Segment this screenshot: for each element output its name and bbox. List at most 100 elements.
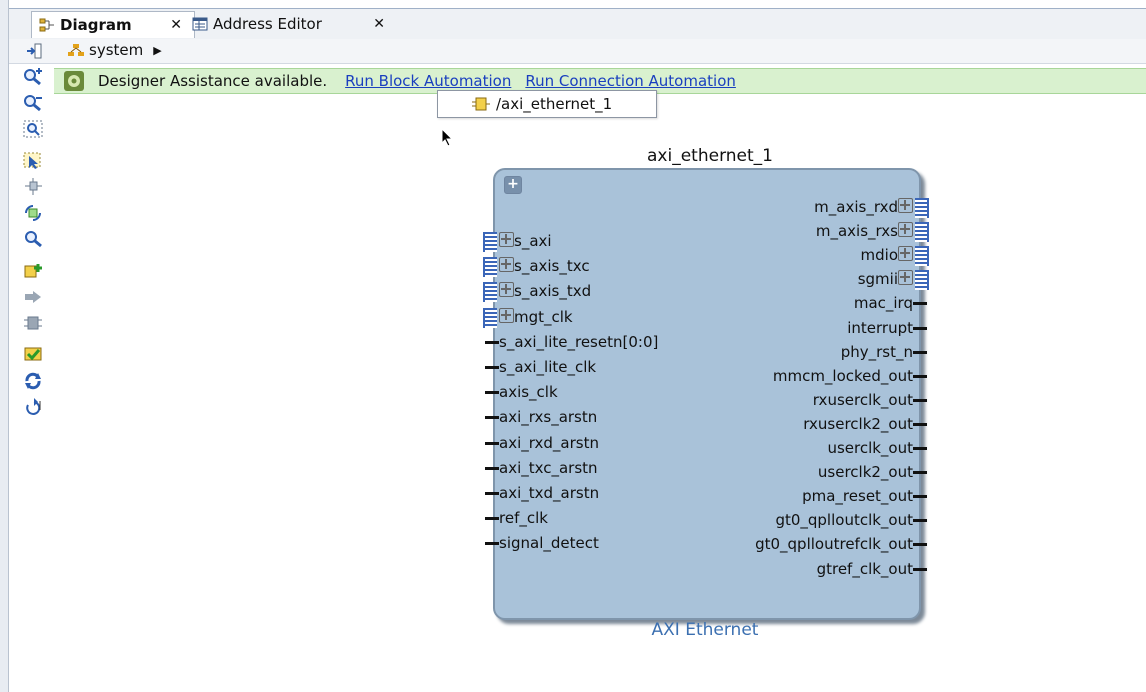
port-interrupt[interactable]: interrupt [847,319,927,337]
zoom-fit-icon[interactable] [20,118,46,140]
tab-address-editor[interactable]: Address Editor ✕ [185,11,397,37]
port-s-axi-lite-clk[interactable]: s_axi_lite_clk [485,358,596,376]
port-m-axis-rxd[interactable]: m_axis_rxd [814,198,929,218]
port-axi-txc-arstn[interactable]: axi_txc_arstn [485,459,598,477]
port-wire[interactable] [913,398,927,402]
bus-interface-icon[interactable] [915,198,929,218]
chevron-right-icon[interactable]: ▶ [153,44,161,57]
port-label: userclk2_out [817,463,913,482]
port-wire[interactable] [485,416,499,420]
expand-port-icon[interactable] [898,222,913,238]
expand-port-icon[interactable] [898,270,913,286]
port-mac-irq[interactable]: mac_irq [854,294,927,312]
port-wire[interactable] [913,543,927,547]
search-icon[interactable] [20,228,46,250]
port-label: axi_rxs_arstn [499,408,598,427]
run-block-automation-link[interactable]: Run Block Automation [345,72,511,90]
port-wire[interactable] [485,466,499,470]
port-sgmii[interactable]: sgmii [857,270,929,291]
port-wire[interactable] [913,519,927,523]
port-mdio[interactable]: mdio [861,246,929,267]
port-rxuserclk2-out[interactable]: rxuserclk2_out [803,415,927,433]
port-wire[interactable] [485,492,499,495]
port-wire[interactable] [913,447,927,450]
port-axi-rxs-arstn[interactable]: axi_rxs_arstn [485,408,598,427]
close-icon[interactable]: ✕ [367,16,391,32]
tab-diagram[interactable]: Diagram ✕ [31,11,195,38]
make-external-icon[interactable] [20,286,46,308]
port-s-axis-txd[interactable]: s_axis_txd [483,282,591,303]
ip-settings-icon[interactable] [20,312,46,334]
port-gt0-qplloutclk-out[interactable]: gt0_qplloutclk_out [775,511,927,529]
port-phy-rst-n[interactable]: phy_rst_n [841,343,927,361]
port-wire[interactable] [913,350,927,354]
port-wire[interactable] [913,422,927,426]
bus-interface-icon[interactable] [483,307,497,328]
expand-port-icon[interactable] [898,198,913,213]
expand-block-button[interactable]: + [504,176,522,194]
select-area-icon[interactable] [20,150,46,172]
port-pma-reset-out[interactable]: pma_reset_out [802,487,927,505]
port-mgt-clk[interactable]: mgt_clk [483,307,573,328]
port-wire[interactable] [913,374,927,378]
expand-port-icon[interactable] [898,246,913,262]
port-axi-txd-arstn[interactable]: axi_txd_arstn [485,484,599,502]
undo-layout-icon[interactable] [20,396,46,418]
port-axi-rxd-arstn[interactable]: axi_rxd_arstn [485,434,599,452]
zoom-in-icon[interactable] [20,66,46,88]
port-mmcm-locked-out[interactable]: mmcm_locked_out [773,367,927,385]
port-wire[interactable] [485,340,499,344]
expand-port-icon[interactable] [499,257,514,273]
breadcrumb[interactable]: system ▶ [67,41,162,59]
port-ref-clk[interactable]: ref_clk [485,509,548,527]
block-automation-popup: /axi_ethernet_1 [437,90,657,118]
ip-block-axi-ethernet[interactable]: + s_axi s_axis_txc s_axis_txd mgt_clk s_axi_… [483,168,929,620]
bus-interface-icon[interactable] [483,232,497,252]
add-ip-icon[interactable] [20,260,46,282]
bus-interface-icon[interactable] [483,257,497,278]
run-connection-automation-link[interactable]: Run Connection Automation [525,72,736,90]
validate-icon[interactable] [20,344,46,366]
port-s-axi[interactable]: s_axi [483,232,552,252]
port-gt0-qplloutrefclk-out[interactable]: gt0_qplloutrefclk_out [755,535,927,553]
gear-icon [64,71,84,91]
port-userclk2-out[interactable]: userclk2_out [817,463,927,482]
port-wire[interactable] [485,517,499,521]
breadcrumb-bar: system ▶ [9,39,1146,64]
port-signal-detect[interactable]: signal_detect [485,534,599,552]
popup-item[interactable]: /axi_ethernet_1 [496,95,612,113]
bus-interface-icon[interactable] [915,222,929,243]
expand-port-icon[interactable] [499,307,514,323]
auto-connect-icon[interactable] [20,176,46,198]
port-userclk-out[interactable]: userclk_out [827,439,927,457]
port-wire[interactable] [913,567,927,571]
port-wire[interactable] [485,366,499,369]
port-s-axi-lite-resetn-0-0-[interactable]: s_axi_lite_resetn[0:0] [485,333,658,351]
tab-address-editor-label: Address Editor [213,15,322,33]
port-wire[interactable] [913,326,927,330]
port-m-axis-rxs[interactable]: m_axis_rxs [816,222,929,243]
bus-interface-icon[interactable] [483,282,497,303]
port-s-axis-txc[interactable]: s_axis_txc [483,257,590,278]
refresh-icon[interactable] [20,370,46,392]
port-wire[interactable] [485,391,499,395]
port-axis-clk[interactable]: axis_clk [485,383,558,401]
bus-interface-icon[interactable] [915,270,929,291]
regenerate-layout-icon[interactable] [20,202,46,224]
ip-block-icon [472,96,490,112]
collapse-panel-icon[interactable] [25,42,43,60]
port-label: sgmii [857,270,898,289]
bus-interface-icon[interactable] [915,246,929,267]
port-wire[interactable] [913,495,927,499]
tab-diagram-label: Diagram [60,16,132,34]
port-wire[interactable] [913,471,927,475]
port-gtref-clk-out[interactable]: gtref_clk_out [817,560,927,578]
port-wire[interactable] [485,542,499,546]
expand-port-icon[interactable] [499,232,514,247]
expand-port-icon[interactable] [499,282,514,298]
port-wire[interactable] [913,302,927,306]
zoom-out-icon[interactable] [20,92,46,114]
hierarchy-icon [67,42,85,58]
port-wire[interactable] [485,441,499,445]
port-rxuserclk-out[interactable]: rxuserclk_out [813,391,927,409]
